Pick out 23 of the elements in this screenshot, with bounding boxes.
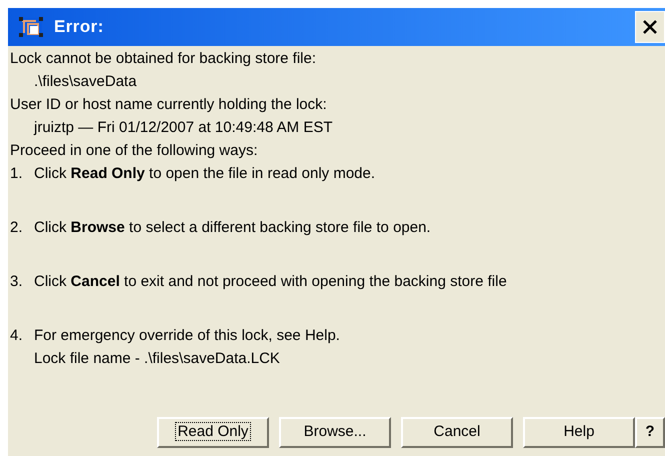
dialog-button[interactable]: Browse... <box>279 417 391 448</box>
lock-file-name: Lock file name - .\files\saveData.LCK <box>33 349 281 369</box>
step-text: Click Browse to select a different backing store file to open. <box>34 218 431 238</box>
step-number: 3. <box>10 272 24 292</box>
step-text: For emergency override of this lock, see Help. <box>34 326 340 346</box>
step-number: 4. <box>10 326 24 346</box>
step-number: 2. <box>10 218 24 238</box>
lock-holder: jruiztp — Fri 01/12/2007 at 10:49:48 AM EST <box>32 118 334 138</box>
file-path: .\files\saveData <box>33 72 138 92</box>
close-icon <box>642 19 658 35</box>
help-button[interactable]: ? <box>635 417 665 448</box>
step-text: Click Read Only to open the file in read only mode. <box>34 164 376 184</box>
message-text: User ID or host name currently holding the lock: <box>10 95 328 115</box>
dialog-button[interactable]: Help <box>523 417 635 448</box>
dialog-button[interactable]: Cancel <box>401 417 513 448</box>
close-button[interactable] <box>635 11 665 43</box>
dialog-button[interactable]: Read Only <box>157 417 269 448</box>
step-text: Click Cancel to exit and not proceed with opening the backing store file <box>34 272 507 292</box>
step-number: 1. <box>10 164 24 184</box>
message-text: Proceed in one of the following ways: <box>10 141 259 161</box>
window-title: Error: <box>54 16 104 38</box>
message-text: Lock cannot be obtained for backing store file: <box>10 49 318 69</box>
window-icon <box>18 16 44 38</box>
